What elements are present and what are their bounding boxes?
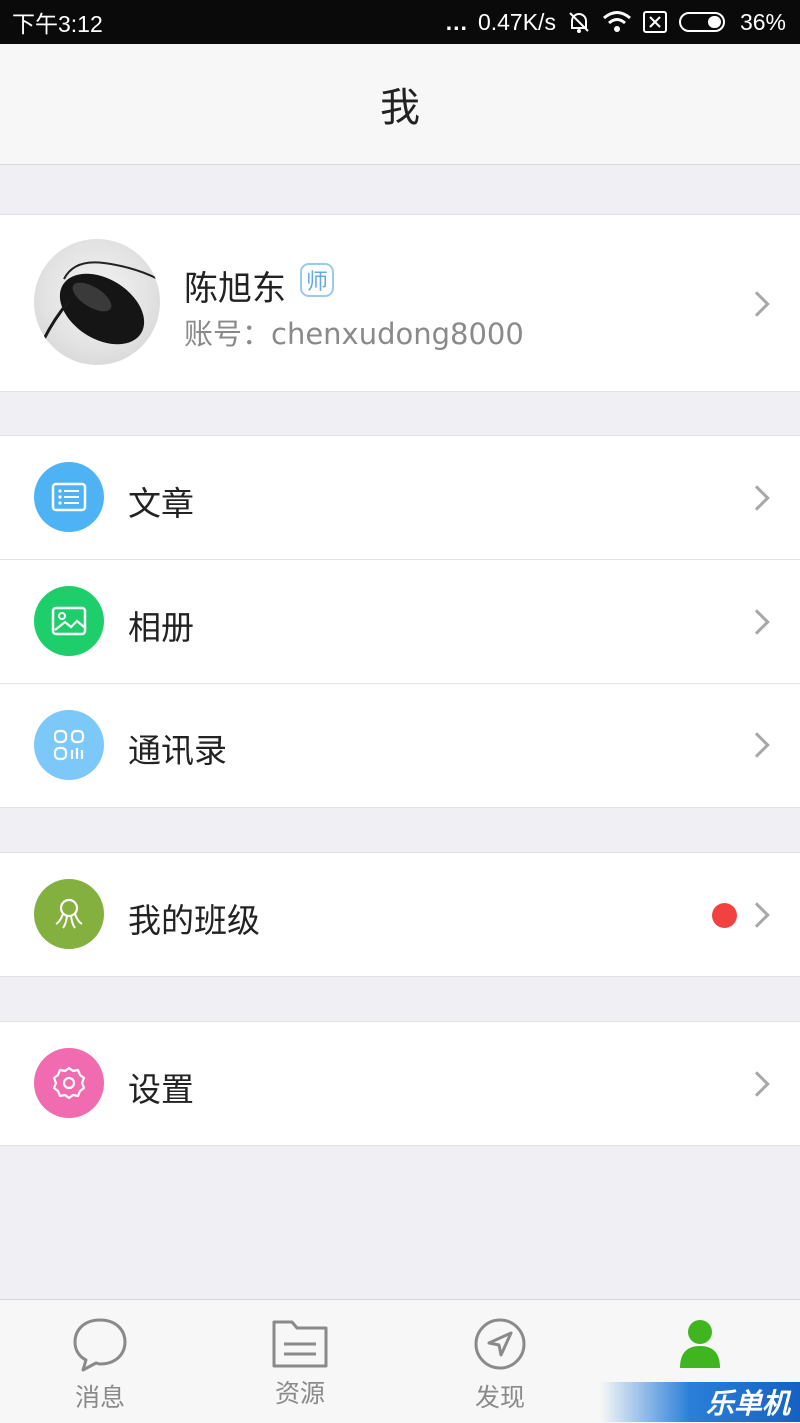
tab-discover[interactable]: 发现 <box>400 1300 600 1423</box>
menu-item-album[interactable]: 相册 <box>0 560 800 683</box>
profile-account: 账号：chenxudong8000 <box>184 317 524 351</box>
menu-group-class: 我的班级 <box>0 852 800 977</box>
grid-icon <box>34 710 104 780</box>
menu-label: 文章 <box>128 484 194 523</box>
image-icon <box>34 586 104 656</box>
network-speed: 0.47K/s <box>477 8 556 35</box>
status-right: ... 0.47K/s 36% <box>446 9 786 36</box>
status-dots: ... <box>445 8 468 35</box>
status-time: 下午3:12 <box>12 11 103 37</box>
tab-label: 资源 <box>274 1379 325 1408</box>
chevron-right-icon <box>744 1071 770 1097</box>
chevron-right-icon <box>744 902 770 928</box>
gear-icon <box>34 1048 104 1118</box>
menu-item-articles[interactable]: 文章 <box>0 436 800 559</box>
unread-dot <box>712 903 737 928</box>
tab-label: 发现 <box>474 1383 525 1412</box>
menu-item-contacts[interactable]: 通讯录 <box>0 684 800 807</box>
avatar <box>34 239 160 365</box>
teacher-badge: 师 <box>300 263 334 297</box>
menu-item-my-class[interactable]: 我的班级 <box>0 853 800 976</box>
mouse-photo-icon <box>42 261 159 345</box>
tab-messages[interactable]: 消息 <box>0 1300 200 1423</box>
profile-card[interactable]: 陈旭东 师 账号：chenxudong8000 <box>0 214 800 392</box>
watermark: 乐单机 <box>600 1382 800 1422</box>
chevron-right-icon <box>744 485 770 511</box>
battery-level: 36% <box>739 8 786 35</box>
folder-icon <box>272 1320 328 1368</box>
menu-label: 通讯录 <box>128 731 227 770</box>
chevron-right-icon <box>744 732 770 758</box>
profile-name: 陈旭东 <box>184 269 286 309</box>
menu-group-settings: 设置 <box>0 1021 800 1146</box>
no-sim-icon <box>642 10 668 34</box>
chevron-right-icon <box>744 609 770 635</box>
compass-icon <box>474 1318 526 1370</box>
tab-label: 消息 <box>74 1383 125 1412</box>
mute-bell-icon <box>566 9 592 35</box>
person-icon <box>680 1320 720 1368</box>
menu-label: 我的班级 <box>128 901 260 940</box>
class-icon <box>34 879 104 949</box>
list-icon <box>34 462 104 532</box>
menu-label: 设置 <box>128 1070 194 1109</box>
status-bar: 下午3:12 ... 0.47K/s 36% <box>0 0 800 44</box>
page-title: 我 <box>380 85 420 131</box>
chevron-right-icon <box>744 291 770 317</box>
menu-group-content: 文章 相册 通讯录 <box>0 435 800 808</box>
watermark-text: 乐单机 <box>705 1387 790 1420</box>
menu-label: 相册 <box>128 608 194 647</box>
tab-resources[interactable]: 资源 <box>200 1300 400 1423</box>
nav-bar: 我 <box>0 44 800 165</box>
chat-icon <box>73 1318 127 1372</box>
battery-icon <box>678 10 730 34</box>
wifi-icon <box>602 10 632 34</box>
menu-item-settings[interactable]: 设置 <box>0 1022 800 1145</box>
